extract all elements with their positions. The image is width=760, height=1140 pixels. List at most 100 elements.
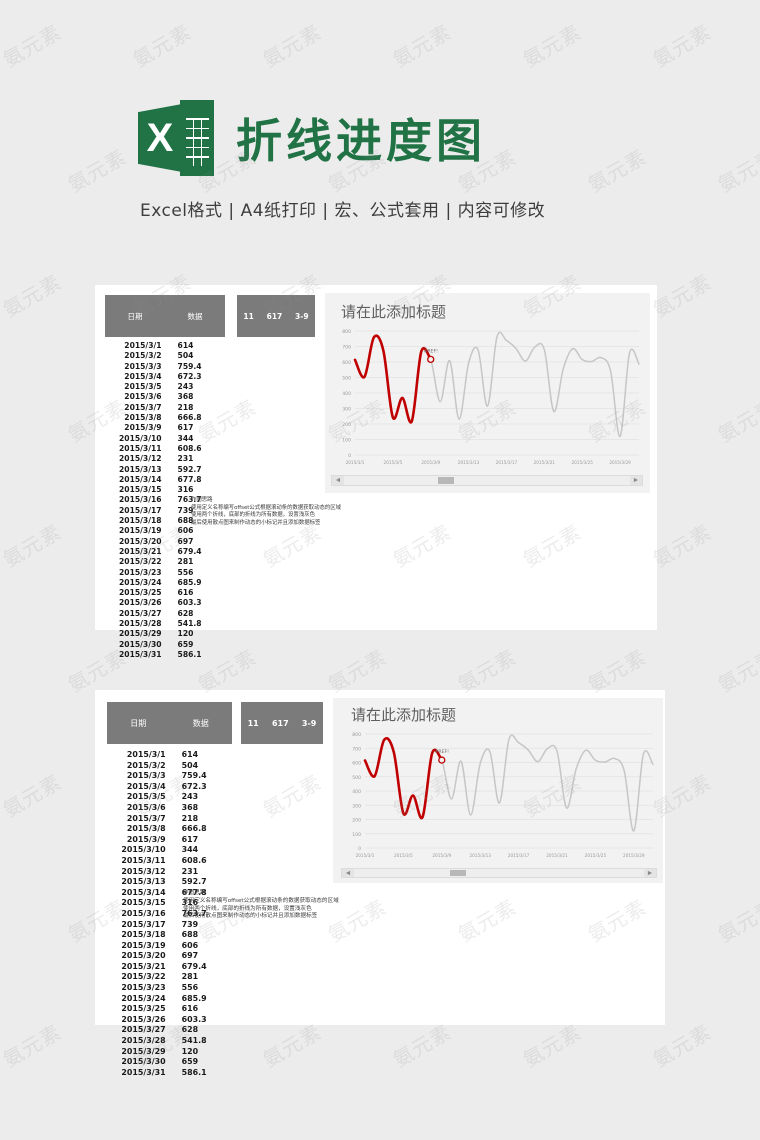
chart-title: 请在此添加标题 <box>341 303 447 321</box>
page-root: X 折线进度图 Excel格式 | A4纸打印 | 宏、公式套用 | 内容可修改… <box>0 0 760 1140</box>
table-cell-value: 541.8 <box>177 619 202 629</box>
table-cell-value: 368 <box>177 392 194 402</box>
chart-scrollbar[interactable]: ◄ ► <box>331 475 643 486</box>
table-cell-value: 316 <box>177 485 194 495</box>
table-cell-date: 2015/3/11 <box>119 443 162 453</box>
table-cell-value: 685.9 <box>181 993 207 1003</box>
control-panel[interactable]: 11 617 3-9 <box>241 702 323 744</box>
table-cell-date: 2015/3/9 <box>126 834 166 844</box>
table-row: 2015/3/14 677.8 <box>101 475 229 485</box>
table-row: 2015/3/10 344 <box>101 434 229 444</box>
table-cell-date: 2015/3/13 <box>119 464 162 474</box>
table-cell-date: 2015/3/5 <box>124 382 162 392</box>
table-row: 2015/3/5 243 <box>101 382 229 392</box>
table-cell-value: 616 <box>177 588 194 598</box>
watermark-text: 氨元素 <box>713 394 760 447</box>
table-cell-value: 344 <box>181 845 199 855</box>
table-cell-date: 2015/3/7 <box>126 813 166 823</box>
table-row: 2015/3/3 759.4 <box>103 771 235 782</box>
control-value: 617 <box>266 311 283 321</box>
table-cell-value: 616 <box>181 1004 199 1014</box>
description-line: 使用两个折线，底部的折线为所有数据，设置浅灰色 <box>191 512 315 519</box>
scroll-right-arrow-icon[interactable]: ► <box>644 869 656 877</box>
table-cell-value: 603.3 <box>177 598 202 608</box>
table-row: 2015/3/21 679.4 <box>103 962 235 973</box>
table-cell-value: 120 <box>181 1046 199 1056</box>
chart-ytick-label: 500 <box>352 775 361 781</box>
table-cell-date: 2015/3/10 <box>119 433 162 443</box>
table-cell-date: 2015/3/18 <box>121 930 166 940</box>
scroll-right-arrow-icon[interactable]: ► <box>630 476 642 485</box>
table-cell-date: 2015/3/27 <box>119 608 162 618</box>
table-row: 2015/3/26 603.3 <box>103 1015 235 1026</box>
table-cell-date: 2015/3/3 <box>124 361 162 371</box>
chart-xtick-label: 2015/3/25 <box>585 853 607 858</box>
table-row: 2015/3/30 659 <box>101 640 229 650</box>
table-row: 2015/3/28 541.8 <box>101 619 229 629</box>
scrollbar-track[interactable] <box>344 476 630 485</box>
chart-svg: 0 100 200 300 400 500 600 700 800 2015/3/1 2015/3/… <box>342 329 640 465</box>
chart-xtick-label: 2015/3/5 <box>394 853 413 858</box>
chart-xtick-label: 2015/3/21 <box>546 853 568 858</box>
chart-xtick-label: 2015/3/5 <box>383 460 402 465</box>
chart-xtick-label: 2015/3/29 <box>609 460 631 465</box>
table-cell-value: 679.4 <box>177 546 202 556</box>
table-cell-date: 2015/3/16 <box>119 495 162 505</box>
table-row: 2015/3/4 672.3 <box>103 782 235 793</box>
table-row: 2015/3/29 120 <box>103 1047 235 1058</box>
chart-ytick-label: 700 <box>342 345 351 351</box>
scroll-left-arrow-icon[interactable]: ◄ <box>342 869 354 877</box>
table-cell-date: 2015/3/30 <box>121 1057 166 1067</box>
table-cell-date: 2015/3/8 <box>126 824 166 834</box>
table-header: 日期 数据 <box>105 295 225 337</box>
chart-ytick-label: 600 <box>342 360 351 366</box>
control-panel[interactable]: 11 617 3-9 <box>237 295 315 337</box>
scrollbar-track[interactable] <box>354 869 644 877</box>
table-cell-date: 2015/3/19 <box>121 940 166 950</box>
scroll-left-arrow-icon[interactable]: ◄ <box>332 476 344 485</box>
control-count: 11 <box>247 718 259 728</box>
table-row: 2015/3/20 697 <box>101 537 229 547</box>
table-row: 2015/3/24 685.9 <box>103 994 235 1005</box>
table-cell-value: 666.8 <box>181 824 207 834</box>
table-row: 2015/3/3 759.4 <box>101 362 229 372</box>
table-cell-value: 586.1 <box>181 1067 207 1077</box>
table-header-value: 数据 <box>187 311 203 321</box>
chart-scrollbar[interactable]: ◄ ► <box>341 868 657 878</box>
chart-xtick-label: 2015/3/25 <box>571 460 593 465</box>
table-header: 日期 数据 <box>107 702 232 744</box>
table-row: 2015/3/22 281 <box>101 557 229 567</box>
chart-xtick-label: 2015/3/9 <box>421 460 440 465</box>
watermark-text: 氨元素 <box>0 641 1 698</box>
table-cell-value: 556 <box>177 567 194 577</box>
scrollbar-thumb[interactable] <box>438 477 455 484</box>
table-row: 2015/3/19 606 <box>101 526 229 536</box>
watermark-text: 氨元素 <box>0 391 1 448</box>
table-cell-date: 2015/3/12 <box>121 866 166 876</box>
table-cell-date: 2015/3/12 <box>119 454 162 464</box>
excel-logo-letter: X <box>146 115 174 160</box>
table-cell-date: 2015/3/14 <box>119 474 162 484</box>
chart-ytick-label: 400 <box>352 789 361 795</box>
scrollbar-thumb[interactable] <box>449 870 466 876</box>
chart-xtick-label: 2015/3/9 <box>432 853 451 858</box>
table-cell-date: 2015/3/31 <box>121 1067 166 1077</box>
excel-logo-grid-icon <box>186 110 209 166</box>
table-cell-value: 281 <box>177 557 194 567</box>
table-cell-value: 243 <box>177 382 194 392</box>
table-row: 2015/3/8 666.8 <box>103 824 235 835</box>
table-cell-date: 2015/3/22 <box>121 972 166 982</box>
table-row: 2015/3/29 120 <box>101 629 229 639</box>
chart-marker-point[interactable] <box>438 756 446 764</box>
chart-xtick-label: 2015/3/17 <box>508 853 530 858</box>
table-cell-date: 2015/3/28 <box>119 619 162 629</box>
table-header-date: 日期 <box>127 311 143 321</box>
table-cell-date: 2015/3/28 <box>121 1036 166 1046</box>
header-title-row: X 折线进度图 <box>138 100 486 176</box>
chart-marker-point[interactable] <box>427 355 435 364</box>
chart-xtick-label: 2015/3/13 <box>458 460 480 465</box>
table-cell-date: 2015/3/18 <box>119 516 162 526</box>
table-row: 2015/3/6 368 <box>103 803 235 814</box>
table-row: 2015/3/2 504 <box>103 761 235 772</box>
table-row: 2015/3/6 368 <box>101 392 229 402</box>
